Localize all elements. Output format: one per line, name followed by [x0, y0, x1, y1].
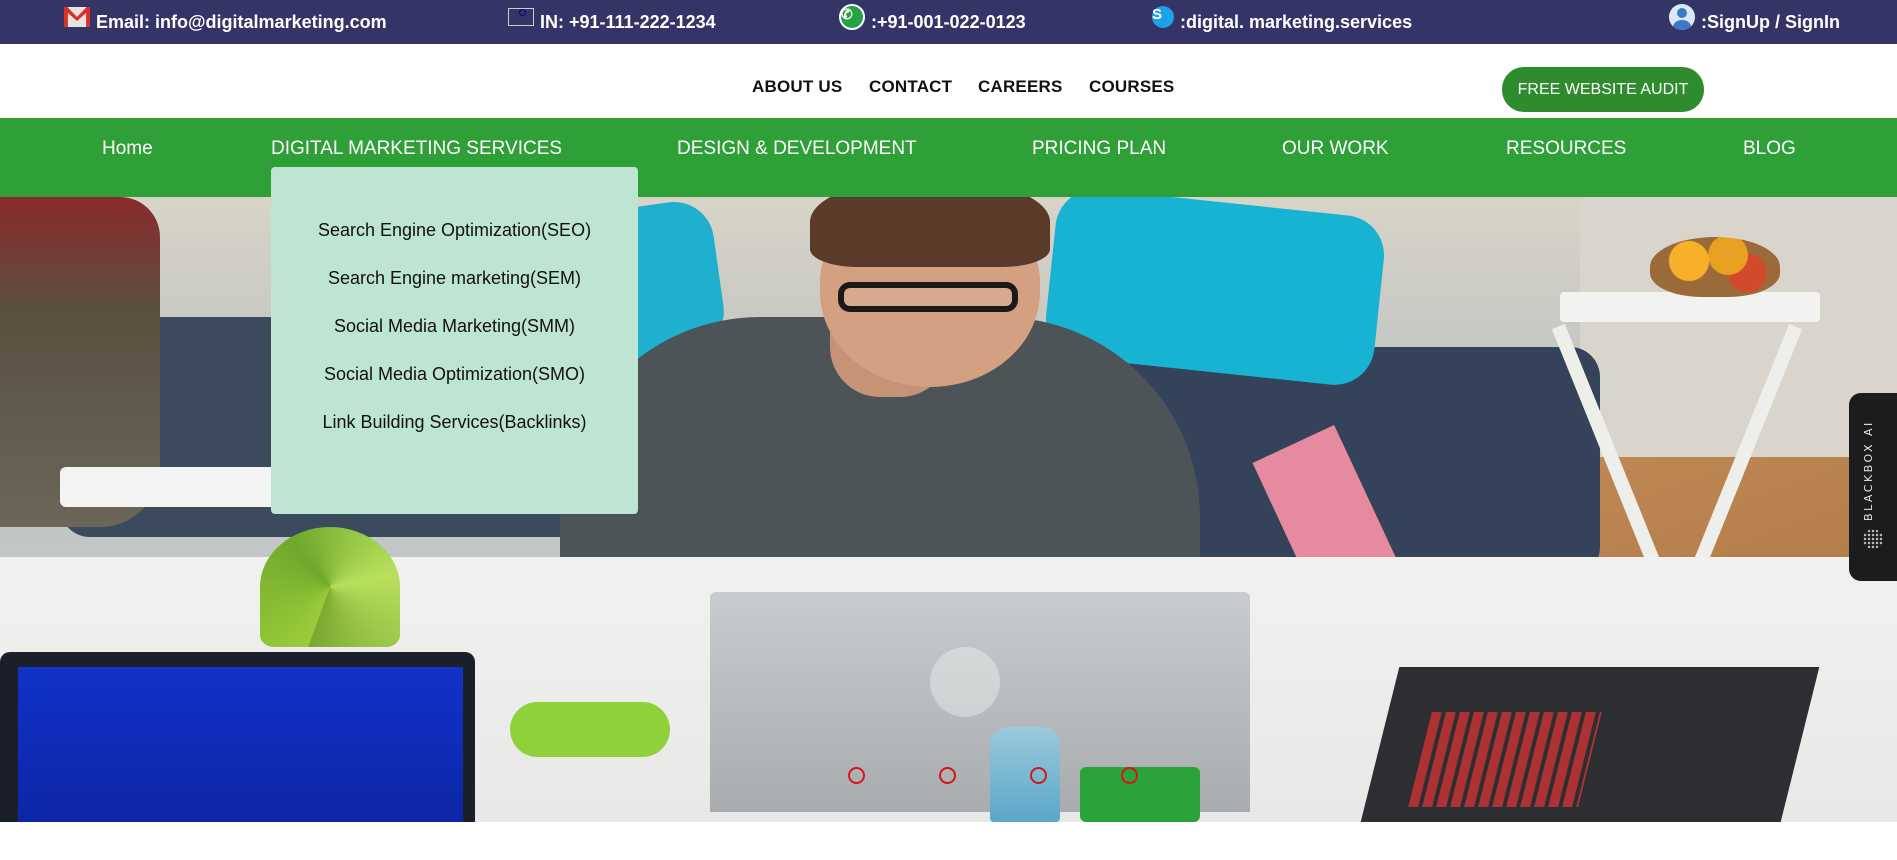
blackbox-logo-icon — [1863, 529, 1883, 549]
whatsapp-contact[interactable]: ✆ :+91-001-022-0123 — [839, 0, 1026, 44]
user-icon — [1669, 4, 1695, 30]
about-us-link[interactable]: ABOUT US — [752, 77, 842, 97]
nav-home[interactable]: Home — [102, 138, 153, 160]
nav-digital-marketing-services[interactable]: DIGITAL MARKETING SERVICES — [271, 138, 562, 160]
india-flag-icon — [508, 8, 534, 26]
carousel-indicators — [0, 767, 1897, 787]
contact-link[interactable]: CONTACT — [869, 77, 952, 97]
dropdown-item-smm[interactable]: Social Media Marketing(SMM) — [271, 316, 638, 337]
free-website-audit-button[interactable]: FREE WEBSITE AUDIT — [1502, 67, 1704, 112]
blackbox-ai-label: BLACKBOX AI — [1862, 420, 1875, 521]
email-text: Email: info@digitalmarketing.com — [96, 11, 387, 32]
contact-bar: Email: info@digitalmarketing.com IN: +91… — [0, 0, 1897, 44]
skype-contact[interactable]: S :digital. marketing.services — [1152, 0, 1412, 44]
dropdown-item-link-building[interactable]: Link Building Services(Backlinks) — [271, 412, 638, 433]
blackbox-ai-tab[interactable]: BLACKBOX AI — [1849, 393, 1897, 581]
carousel-dot-1[interactable] — [848, 767, 865, 784]
whatsapp-icon: ✆ — [839, 4, 865, 30]
secondary-nav: ABOUT US CONTACT CAREERS COURSES FREE WE… — [0, 44, 1897, 118]
carousel-dot-3[interactable] — [1030, 767, 1047, 784]
dropdown-item-sem[interactable]: Search Engine marketing(SEM) — [271, 268, 638, 289]
signup-signin-link[interactable]: :SignUp / SignIn — [1669, 0, 1840, 44]
skype-icon: S — [1152, 6, 1174, 28]
india-phone-contact[interactable]: IN: +91-111-222-1234 — [508, 0, 716, 44]
nav-design-development[interactable]: DESIGN & DEVELOPMENT — [677, 138, 917, 160]
nav-blog[interactable]: BLOG — [1743, 138, 1796, 160]
skype-text: :digital. marketing.services — [1180, 11, 1413, 32]
digital-marketing-dropdown: Search Engine Optimization(SEO) Search E… — [271, 167, 638, 514]
carousel-dot-2[interactable] — [939, 767, 956, 784]
nav-pricing-plan[interactable]: PRICING PLAN — [1032, 138, 1166, 160]
mail-icon — [64, 7, 90, 27]
carousel-dot-4[interactable] — [1121, 767, 1138, 784]
nav-resources[interactable]: RESOURCES — [1506, 138, 1626, 160]
nav-our-work[interactable]: OUR WORK — [1282, 138, 1389, 160]
india-phone-text: IN: +91-111-222-1234 — [540, 11, 716, 32]
dropdown-item-smo[interactable]: Social Media Optimization(SMO) — [271, 364, 638, 385]
courses-link[interactable]: COURSES — [1089, 77, 1174, 97]
careers-link[interactable]: CAREERS — [978, 77, 1063, 97]
email-contact[interactable]: Email: info@digitalmarketing.com — [64, 0, 387, 44]
dropdown-item-seo[interactable]: Search Engine Optimization(SEO) — [271, 220, 638, 241]
whatsapp-text: :+91-001-022-0123 — [871, 11, 1026, 32]
signup-text: :SignUp / SignIn — [1701, 11, 1840, 32]
